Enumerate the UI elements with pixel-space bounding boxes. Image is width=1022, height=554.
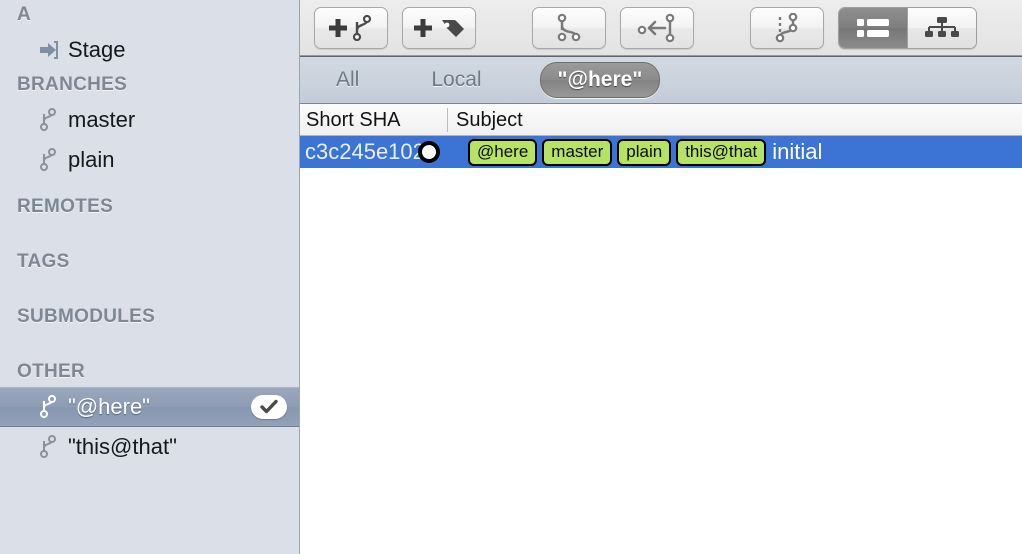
sidebar-section-header-submodules: SUBMODULES (17, 306, 156, 327)
tree-view-icon (925, 16, 959, 37)
merge-arrow-icon (637, 13, 675, 42)
sidebar-item-here[interactable]: "@here" (0, 387, 299, 427)
sidebar-section-header-other: OTHER (17, 361, 85, 382)
branch-icon (38, 148, 60, 172)
commit-ref-badges: @here master plain this@that (468, 138, 767, 166)
status-badge[interactable]: @here (468, 138, 538, 166)
sidebar-item-plain[interactable]: plain (0, 140, 299, 180)
tab-local[interactable]: Local (417, 63, 495, 97)
sidebar-section-header-tags: TAGS (17, 251, 70, 272)
column-header-short-sha[interactable]: Short SHA (300, 107, 448, 132)
status-badge[interactable]: plain (617, 138, 672, 166)
sidebar-item-label: plain (68, 147, 115, 172)
sidebar-item-stage[interactable]: Stage (0, 30, 299, 70)
filter-tabs: All Local "@here" (300, 56, 1022, 104)
list-view-icon (857, 18, 889, 37)
branch-icon (38, 435, 60, 459)
plus-branch-icon (329, 14, 372, 41)
sidebar-item-label: Stage (68, 37, 126, 62)
main-pane: All Local "@here" Short SHA Subject c3c2… (300, 0, 1022, 554)
sidebar-item-master[interactable]: master (0, 100, 299, 140)
table-column-headers: Short SHA Subject (300, 104, 1022, 136)
toolbar (300, 0, 1022, 56)
sidebar-item-label: "this@that" (68, 434, 177, 459)
tab-here[interactable]: "@here" (539, 62, 661, 98)
branch-split-icon (557, 13, 581, 41)
branch-icon (38, 108, 60, 132)
rebase-button[interactable] (750, 6, 824, 49)
status-badge[interactable]: master (542, 138, 613, 166)
stage-arrow-icon (38, 38, 60, 62)
commit-node-icon (418, 141, 440, 163)
new-branch-button[interactable] (314, 6, 388, 49)
sidebar-section-header-a: A (17, 4, 32, 25)
merge-button[interactable] (620, 6, 694, 49)
status-badge[interactable]: this@that (676, 138, 767, 166)
branch-button[interactable] (532, 6, 606, 49)
table-row[interactable]: c3c245e102 @here master plain this@that … (300, 136, 1022, 168)
checkmark-icon (251, 395, 287, 419)
tree-view-button[interactable] (908, 7, 976, 48)
sidebar: A Stage BRANCHES master plain REMOTES TA… (0, 0, 300, 554)
new-tag-button[interactable] (402, 6, 476, 49)
branch-icon (38, 395, 60, 419)
commit-subject: initial (772, 139, 823, 164)
column-header-subject[interactable]: Subject (448, 108, 523, 132)
list-view-button[interactable] (839, 7, 907, 48)
commit-list[interactable]: c3c245e102 @here master plain this@that … (300, 136, 1022, 554)
view-toggle-segmented-control[interactable] (838, 6, 977, 49)
sidebar-item-label: "@here" (68, 394, 150, 419)
sidebar-item-thisatthat[interactable]: "this@that" (0, 427, 299, 467)
tab-all[interactable]: All (322, 63, 373, 97)
app-window: A Stage BRANCHES master plain REMOTES TA… (0, 0, 1022, 554)
sidebar-section-header-remotes: REMOTES (17, 196, 114, 217)
sidebar-section-header-branches: BRANCHES (17, 74, 128, 95)
sidebar-item-label: master (68, 107, 136, 132)
rebase-dotted-icon (775, 12, 798, 42)
plus-tag-icon (414, 18, 464, 37)
